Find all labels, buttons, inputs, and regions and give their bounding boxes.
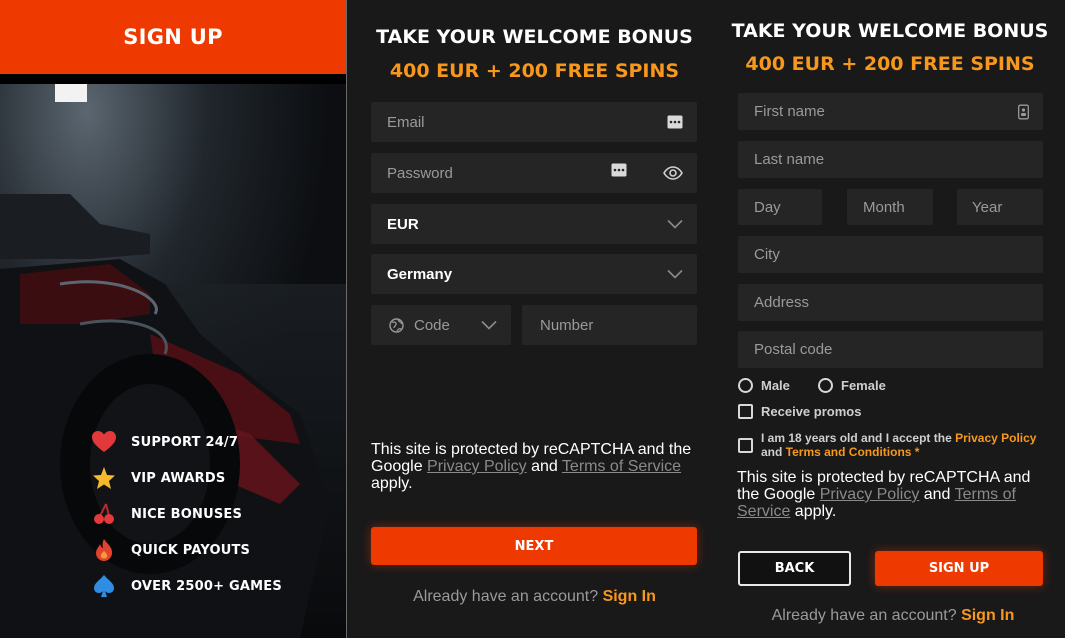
- heart-icon: [92, 430, 116, 454]
- year-placeholder: Year: [972, 198, 1003, 216]
- feature-label: NICE BONUSES: [131, 506, 243, 522]
- already-text: Already have an account?: [771, 607, 957, 624]
- currency-select[interactable]: EUR: [371, 204, 697, 244]
- birth-day-field[interactable]: Day: [738, 189, 822, 225]
- and-text: and: [761, 445, 786, 459]
- first-name-field[interactable]: First name: [738, 93, 1043, 130]
- phone-number-field[interactable]: Number: [522, 305, 697, 345]
- sign-in-link[interactable]: Sign In: [603, 588, 656, 605]
- recaptcha-notice: This site is protected by reCAPTCHA and …: [371, 441, 697, 492]
- password-placeholder: Password: [387, 164, 453, 182]
- feature-label: SUPPORT 24/7: [131, 434, 239, 450]
- show-password-eye-icon[interactable]: [663, 166, 683, 180]
- bonus-title: TAKE YOUR WELCOME BONUS: [731, 20, 1049, 42]
- feature-item: VIP AWARDS: [92, 460, 282, 496]
- male-label: Male: [761, 378, 790, 393]
- first-name-placeholder: First name: [754, 103, 825, 120]
- feature-label: OVER 2500+ GAMES: [131, 578, 282, 594]
- month-placeholder: Month: [863, 198, 905, 216]
- recaptcha-text: apply.: [371, 475, 413, 492]
- email-field[interactable]: Email: [371, 102, 697, 142]
- bonus-amount: 400 EUR + 200 FREE SPINS: [745, 53, 1035, 75]
- postal-code-placeholder: Postal code: [754, 341, 833, 358]
- last-name-field[interactable]: Last name: [738, 141, 1043, 178]
- bonus-amount: 400 EUR + 200 FREE SPINS: [389, 60, 680, 82]
- receive-promos-label: Receive promos: [761, 404, 862, 419]
- currency-value: EUR: [387, 215, 419, 233]
- birth-year-field[interactable]: Year: [957, 189, 1043, 225]
- privacy-policy-link[interactable]: Privacy Policy: [820, 486, 920, 503]
- signup-step-1: TAKE YOUR WELCOME BONUS 400 EUR + 200 FR…: [346, 0, 721, 638]
- promo-panel: SIGN UP SUPPORT 24/7 VIP AWARDS NICE BON…: [0, 0, 346, 638]
- next-button[interactable]: NEXT: [371, 527, 697, 565]
- feature-list: SUPPORT 24/7 VIP AWARDS NICE BONUSES QUI…: [92, 424, 282, 604]
- country-value: Germany: [387, 265, 453, 283]
- country-select[interactable]: Germany: [371, 254, 697, 294]
- age-terms-checkbox[interactable]: [738, 438, 753, 453]
- terms-and-conditions-link[interactable]: Terms and Conditions: [786, 445, 912, 459]
- radio-circle[interactable]: [818, 378, 833, 393]
- feature-item: NICE BONUSES: [92, 496, 282, 532]
- privacy-policy-link[interactable]: Privacy Policy: [955, 431, 1036, 445]
- sign-up-button[interactable]: SIGN UP: [875, 551, 1043, 586]
- feature-item: SUPPORT 24/7: [92, 424, 282, 460]
- checkbox-box[interactable]: [738, 404, 753, 419]
- feature-label: VIP AWARDS: [131, 470, 226, 486]
- city-field[interactable]: City: [738, 236, 1043, 273]
- flame-icon: [92, 538, 116, 562]
- recaptcha-text: and: [919, 486, 955, 503]
- already-text: Already have an account?: [413, 588, 599, 605]
- feature-item: OVER 2500+ GAMES: [92, 568, 282, 604]
- already-have-account: Already have an account? Sign In: [721, 607, 1065, 625]
- cherries-icon: [92, 502, 116, 526]
- chevron-down-icon: [667, 269, 683, 279]
- chevron-down-icon: [667, 219, 683, 229]
- globe-icon: [389, 317, 404, 333]
- terms-of-service-link[interactable]: Terms of Service: [562, 458, 681, 475]
- already-have-account: Already have an account? Sign In: [347, 588, 722, 606]
- email-placeholder: Email: [387, 113, 425, 131]
- age-terms-label: I am 18 years old and I accept the Priva…: [761, 431, 1051, 459]
- required-mark: *: [911, 445, 920, 459]
- age-text: I am 18 years old and I accept the: [761, 431, 956, 445]
- signup-header: SIGN UP: [0, 0, 346, 74]
- address-field[interactable]: Address: [738, 284, 1043, 321]
- phone-code-select[interactable]: Code: [371, 305, 511, 345]
- last-name-placeholder: Last name: [754, 151, 825, 168]
- gender-male-radio[interactable]: Male: [738, 378, 790, 393]
- chevron-down-icon: [481, 320, 497, 330]
- signup-header-title: SIGN UP: [123, 25, 223, 49]
- feature-item: QUICK PAYOUTS: [92, 532, 282, 568]
- recaptcha-text: and: [526, 458, 562, 475]
- day-placeholder: Day: [754, 198, 781, 216]
- password-field[interactable]: Password: [371, 153, 697, 193]
- contact-card-icon[interactable]: [1018, 104, 1029, 119]
- privacy-policy-link[interactable]: Privacy Policy: [427, 458, 527, 475]
- header-divider: [0, 74, 346, 84]
- city-placeholder: City: [754, 246, 780, 263]
- sign-in-link[interactable]: Sign In: [961, 607, 1014, 624]
- recaptcha-text: apply.: [790, 503, 837, 520]
- gender-female-radio[interactable]: Female: [818, 378, 886, 393]
- signup-step-2: TAKE YOUR WELCOME BONUS 400 EUR + 200 FR…: [721, 0, 1065, 638]
- number-placeholder: Number: [540, 316, 594, 334]
- spade-icon: [92, 574, 116, 598]
- feature-label: QUICK PAYOUTS: [131, 542, 251, 558]
- radio-circle[interactable]: [738, 378, 753, 393]
- address-placeholder: Address: [754, 294, 810, 311]
- female-label: Female: [841, 378, 886, 393]
- receive-promos-checkbox[interactable]: Receive promos: [738, 404, 861, 419]
- birth-month-field[interactable]: Month: [847, 189, 933, 225]
- postal-code-field[interactable]: Postal code: [738, 331, 1043, 368]
- autofill-icon[interactable]: [667, 115, 683, 129]
- code-placeholder: Code: [414, 316, 450, 334]
- bonus-title: TAKE YOUR WELCOME BONUS: [376, 26, 693, 48]
- star-icon: [92, 466, 116, 490]
- back-button[interactable]: BACK: [738, 551, 851, 586]
- autofill-icon[interactable]: [611, 163, 627, 181]
- recaptcha-notice: This site is protected by reCAPTCHA and …: [737, 469, 1047, 520]
